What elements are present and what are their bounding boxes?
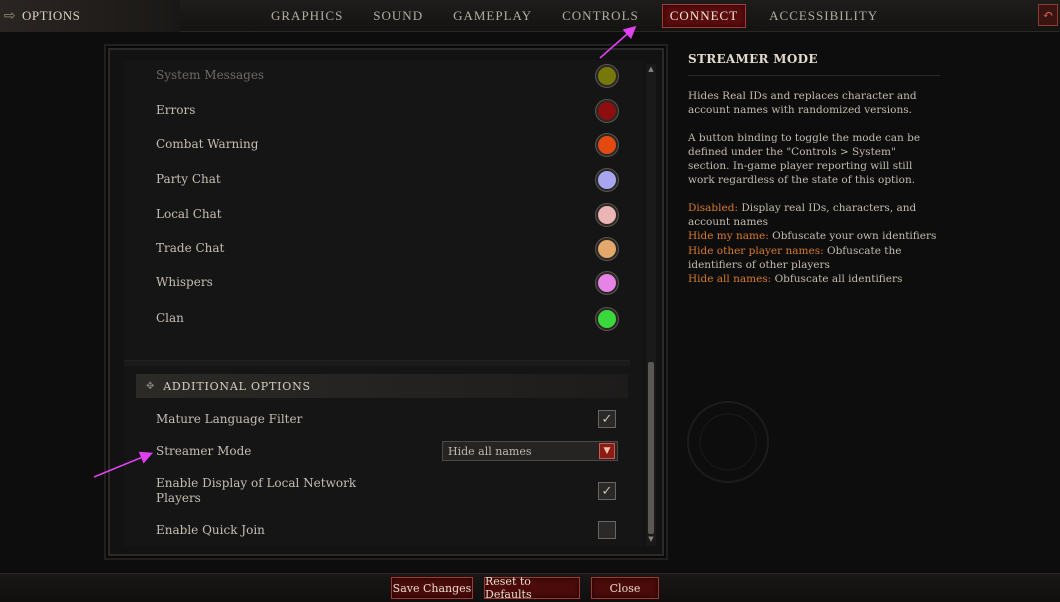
setting-label: Mature Language Filter [156,412,303,426]
scroll-down-icon[interactable]: ▼ [646,534,656,544]
tab-sound[interactable]: SOUND [366,0,430,32]
setting-row-local-chat: Local Chat [156,201,618,231]
info-item-key: Disabled: [688,201,738,214]
setting-label: Combat Warning [156,137,259,151]
setting-label: Local Chat [156,207,222,221]
options-title[interactable]: ⇨ OPTIONS [0,0,180,32]
top-bar: ⇨ OPTIONS GRAPHICS SOUND GAMEPLAY CONTRO… [0,0,1060,32]
setting-row-combat-warning: Combat Warning [156,131,618,161]
dropdown-value: Hide all names [448,444,532,458]
scroll-up-icon[interactable]: ▲ [646,64,656,74]
section-divider [124,360,630,366]
info-item: Disabled: Display real IDs, characters, … [688,201,940,230]
tab-graphics[interactable]: GRAPHICS [264,0,350,32]
setting-label: Trade Chat [156,241,225,255]
tab-controls[interactable]: CONTROLS [555,0,646,32]
info-item: Hide all names: Obfuscate all identifier… [688,272,940,286]
diamond-icon: ✥ [146,380,156,392]
info-item: Hide other player names: Obfuscate the i… [688,244,940,273]
setting-label: Clan [156,311,184,325]
section-title: ADDITIONAL OPTIONS [163,379,311,393]
additional-options-header[interactable]: ✥ ADDITIONAL OPTIONS [136,374,628,398]
setting-row-errors: Errors [156,97,618,127]
info-title: STREAMER MODE [688,52,940,76]
color-swatch-trade-chat[interactable] [596,238,618,260]
label-line-2: Players [156,491,201,505]
local-network-checkbox[interactable]: ✓ [598,482,616,500]
scrollbar-thumb[interactable] [648,362,654,534]
setting-label: System Messages [156,68,265,82]
options-title-text: OPTIONS [22,8,81,23]
setting-label: Enable Display of Local Network Players [156,476,356,506]
quick-join-checkbox[interactable] [598,521,616,539]
info-item: Hide my name: Obfuscate your own identif… [688,229,940,243]
color-swatch-whispers[interactable] [596,272,618,294]
emblem-icon [687,401,769,483]
setting-row-clan: Clan [156,305,618,335]
info-item-key: Hide other player names: [688,244,824,257]
color-swatch-local-chat[interactable] [596,204,618,226]
info-item-key: Hide my name: [688,230,769,243]
info-paragraph-1: Hides Real IDs and replaces character an… [688,90,917,117]
mature-filter-checkbox[interactable]: ✓ [598,410,616,428]
setting-row-party-chat: Party Chat [156,166,618,196]
back-arrow-icon[interactable]: ⇨ [2,8,18,25]
info-options-list: Disabled: Display real IDs, characters, … [688,201,940,287]
color-swatch-party-chat[interactable] [596,169,618,191]
color-swatch-errors[interactable] [596,100,618,122]
chevron-down-icon[interactable]: ▼ [599,443,615,459]
setting-label: Whispers [156,275,213,289]
info-item-desc: Obfuscate all identifiers [771,273,903,286]
reset-defaults-button[interactable]: Reset to Defaults [484,575,580,601]
return-icon[interactable]: ↶ [1038,4,1058,26]
info-item-key: Hide all names: [688,273,772,286]
info-panel: STREAMER MODE Hides Real IDs and replace… [688,52,940,287]
tab-gameplay[interactable]: GAMEPLAY [446,0,539,32]
setting-row-whispers: Whispers [156,269,618,299]
save-changes-button[interactable]: Save Changes [391,577,473,599]
info-item-desc: Obfuscate your own identifiers [768,230,937,243]
setting-label: Streamer Mode [156,444,252,458]
setting-label: Party Chat [156,172,221,186]
chat-colors-section: System Messages Errors Combat Warning Pa… [124,60,630,350]
setting-label: Enable Quick Join [156,523,265,537]
setting-label: Errors [156,103,196,117]
setting-row-trade-chat: Trade Chat [156,235,618,265]
streamer-mode-dropdown[interactable]: Hide all names ▼ [442,441,618,461]
setting-row-system-messages: System Messages [156,62,618,92]
tab-accessibility[interactable]: ACCESSIBILITY [762,0,885,32]
color-swatch-system-messages[interactable] [596,65,618,87]
close-button[interactable]: Close [591,577,659,599]
info-paragraph-2: A button binding to toggle the mode can … [688,131,921,187]
color-swatch-clan[interactable] [596,308,618,330]
label-line-1: Enable Display of Local Network [156,476,357,490]
settings-panel: System Messages Errors Combat Warning Pa… [108,48,664,556]
tab-connect[interactable]: CONNECT [661,4,747,28]
color-swatch-combat-warning[interactable] [596,134,618,156]
settings-panel-inner: System Messages Errors Combat Warning Pa… [124,60,644,546]
tab-bar: GRAPHICS SOUND GAMEPLAY CONTROLS CONNECT… [264,0,885,32]
